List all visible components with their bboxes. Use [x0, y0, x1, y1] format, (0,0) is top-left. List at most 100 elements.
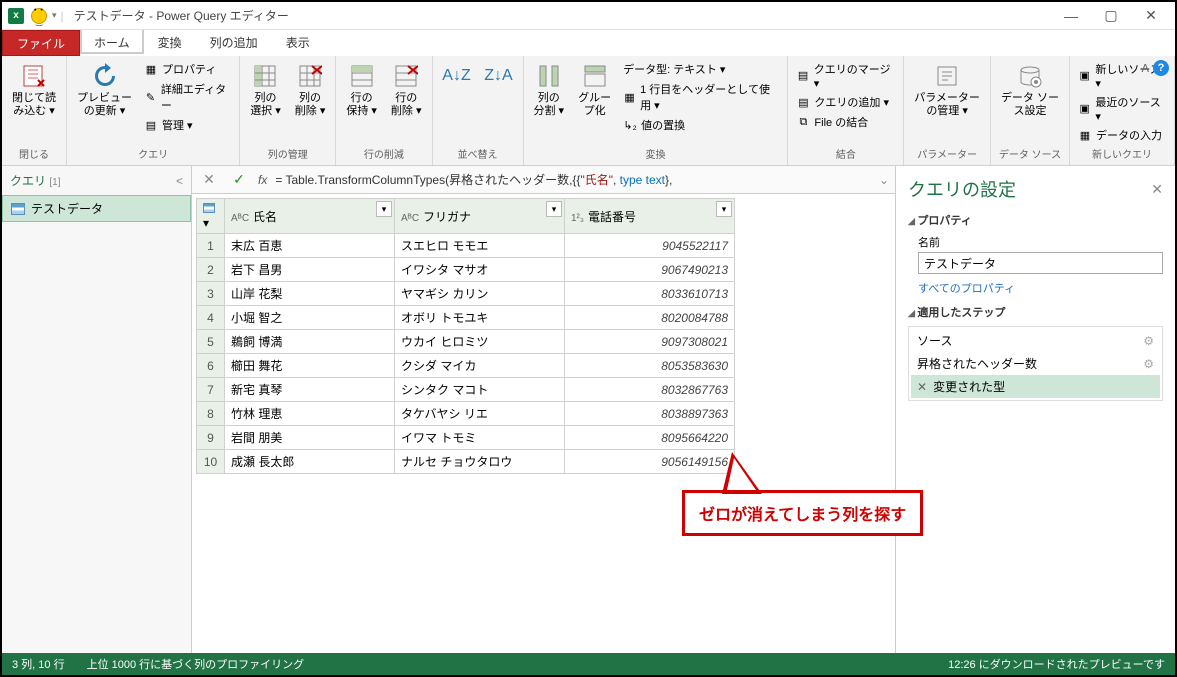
- manage-button[interactable]: ▤管理 ▾: [142, 116, 233, 134]
- use-first-row-button[interactable]: ▦1 行目をヘッダーとして使用 ▾: [621, 80, 781, 114]
- cell-furigana[interactable]: オボリ トモユキ: [395, 306, 565, 330]
- tab-addcolumn[interactable]: 列の追加: [196, 30, 272, 56]
- advanced-editor-button[interactable]: ✎詳細エディター: [142, 80, 233, 114]
- cell-phone[interactable]: 8038897363: [565, 402, 735, 426]
- table-row[interactable]: 1 末広 百恵 スエヒロ モモエ 9045522117: [197, 234, 735, 258]
- cell-name[interactable]: 岩間 朋美: [225, 426, 395, 450]
- cell-phone[interactable]: 9056149156: [565, 450, 735, 474]
- tab-view[interactable]: 表示: [272, 30, 324, 56]
- tab-home[interactable]: ホーム: [80, 30, 144, 56]
- data-type-button[interactable]: データ型: テキスト ▾: [621, 60, 781, 78]
- close-load-button[interactable]: 閉じて読 み込む ▾: [8, 60, 60, 120]
- formula-expand-icon[interactable]: ⌄: [879, 173, 889, 187]
- formula-input[interactable]: = Table.TransformColumnTypes(昇格されたヘッダー数,…: [275, 171, 871, 188]
- table-row[interactable]: 5 鵜飼 博満 ウカイ ヒロミツ 9097308021: [197, 330, 735, 354]
- group-by-button[interactable]: グルー プ化: [574, 60, 615, 120]
- cell-furigana[interactable]: イワマ トモミ: [395, 426, 565, 450]
- help-icon[interactable]: ?: [1153, 60, 1169, 76]
- table-row[interactable]: 6 櫛田 舞花 クシダ マイカ 8053583630: [197, 354, 735, 378]
- all-properties-link[interactable]: すべてのプロパティ: [918, 280, 1015, 296]
- properties-button[interactable]: ▦プロパティ: [142, 60, 233, 78]
- close-settings-icon[interactable]: ✕: [1151, 181, 1163, 198]
- remove-rows-button[interactable]: 行の 削除 ▾: [387, 60, 426, 120]
- maximize-button[interactable]: ▢: [1091, 3, 1131, 29]
- split-column-button[interactable]: 列の 分割 ▾: [530, 60, 569, 120]
- cell-name[interactable]: 小堀 智之: [225, 306, 395, 330]
- cell-phone[interactable]: 8033610713: [565, 282, 735, 306]
- remove-columns-button[interactable]: 列の 削除 ▾: [291, 60, 330, 120]
- fx-icon[interactable]: fx: [258, 173, 267, 187]
- recent-sources-button[interactable]: ▣最近のソース ▾: [1076, 93, 1168, 124]
- table-row[interactable]: 8 竹林 理恵 タケバヤシ リエ 8038897363: [197, 402, 735, 426]
- gear-icon[interactable]: ⚙: [1143, 334, 1154, 348]
- cell-furigana[interactable]: シンタク マコト: [395, 378, 565, 402]
- cell-name[interactable]: 山岸 花梨: [225, 282, 395, 306]
- cell-name[interactable]: 末広 百恵: [225, 234, 395, 258]
- cell-name[interactable]: 鵜飼 博満: [225, 330, 395, 354]
- combine-files-button[interactable]: ⧉File の結合: [794, 113, 897, 131]
- cell-phone[interactable]: 9045522117: [565, 234, 735, 258]
- cell-name[interactable]: 新宅 真琴: [225, 378, 395, 402]
- cell-name[interactable]: 岩下 昌男: [225, 258, 395, 282]
- refresh-preview-button[interactable]: プレビュー の更新 ▾: [73, 60, 136, 120]
- cell-name[interactable]: 櫛田 舞花: [225, 354, 395, 378]
- delete-step-icon[interactable]: ✕: [917, 380, 927, 394]
- replace-values-button[interactable]: ↳₂値の置換: [621, 116, 781, 134]
- cell-name[interactable]: 成瀬 長太郎: [225, 450, 395, 474]
- sort-desc-button[interactable]: Z↓A: [481, 60, 517, 94]
- close-button[interactable]: ✕: [1131, 3, 1171, 29]
- cell-furigana[interactable]: クシダ マイカ: [395, 354, 565, 378]
- column-header-name[interactable]: AᴮC氏名▾: [225, 199, 395, 234]
- table-row[interactable]: 4 小堀 智之 オボリ トモユキ 8020084788: [197, 306, 735, 330]
- table-row[interactable]: 3 山岸 花梨 ヤマギシ カリン 8033610713: [197, 282, 735, 306]
- formula-cancel-icon[interactable]: ✕: [198, 171, 220, 188]
- title-bar: x ▾ | テストデータ - Power Query エディター — ▢ ✕: [2, 2, 1175, 30]
- append-queries-button[interactable]: ▤クエリの追加 ▾: [794, 93, 897, 111]
- query-item-testdata[interactable]: テストデータ: [2, 195, 191, 222]
- queries-count: [1]: [49, 177, 60, 188]
- filter-icon[interactable]: ▾: [716, 201, 732, 217]
- applied-step[interactable]: ソース⚙: [911, 329, 1160, 352]
- row-selector-header[interactable]: ▾: [197, 199, 225, 234]
- sort-asc-button[interactable]: A↓Z: [439, 60, 475, 94]
- applied-step[interactable]: ✕変更された型: [911, 375, 1160, 398]
- table-row[interactable]: 9 岩間 朋美 イワマ トモミ 8095664220: [197, 426, 735, 450]
- query-name-input[interactable]: [918, 252, 1163, 274]
- applied-step[interactable]: 昇格されたヘッダー数⚙: [911, 352, 1160, 375]
- tab-file[interactable]: ファイル: [2, 30, 80, 56]
- table-row[interactable]: 7 新宅 真琴 シンタク マコト 8032867763: [197, 378, 735, 402]
- cell-furigana[interactable]: ウカイ ヒロミツ: [395, 330, 565, 354]
- data-grid[interactable]: ▾ AᴮC氏名▾ AᴮCフリガナ▾ 1²₃電話番号▾ 1 末広 百恵 スエヒロ …: [196, 198, 735, 474]
- column-header-phone[interactable]: 1²₃電話番号▾: [565, 199, 735, 234]
- gear-icon[interactable]: ⚙: [1143, 357, 1154, 371]
- cell-furigana[interactable]: イワシタ マサオ: [395, 258, 565, 282]
- cell-phone[interactable]: 9067490213: [565, 258, 735, 282]
- cell-phone[interactable]: 9097308021: [565, 330, 735, 354]
- ribbon-collapse-icon[interactable]: ᐱ: [1141, 62, 1149, 75]
- collapse-pane-icon[interactable]: <: [176, 174, 183, 188]
- datasource-settings-button[interactable]: データ ソー ス設定: [997, 60, 1063, 120]
- cell-name[interactable]: 竹林 理恵: [225, 402, 395, 426]
- cell-phone[interactable]: 8053583630: [565, 354, 735, 378]
- cell-phone[interactable]: 8032867763: [565, 378, 735, 402]
- enter-data-button[interactable]: ▦データの入力: [1076, 126, 1168, 144]
- formula-accept-icon[interactable]: ✓: [228, 171, 250, 188]
- choose-columns-button[interactable]: 列の 選択 ▾: [246, 60, 285, 120]
- tab-transform[interactable]: 変換: [144, 30, 196, 56]
- merge-queries-button[interactable]: ▤クエリのマージ ▾: [794, 60, 897, 91]
- cell-phone[interactable]: 8020084788: [565, 306, 735, 330]
- table-row[interactable]: 10 成瀬 長太郎 ナルセ チョウタロウ 9056149156: [197, 450, 735, 474]
- table-row[interactable]: 2 岩下 昌男 イワシタ マサオ 9067490213: [197, 258, 735, 282]
- manage-parameters-button[interactable]: パラメーター の管理 ▾: [910, 60, 984, 120]
- filter-icon[interactable]: ▾: [546, 201, 562, 217]
- cell-furigana[interactable]: スエヒロ モモエ: [395, 234, 565, 258]
- qat-dropdown-icon[interactable]: ▾: [52, 10, 57, 21]
- minimize-button[interactable]: —: [1051, 3, 1091, 29]
- keep-rows-button[interactable]: 行の 保持 ▾: [342, 60, 381, 120]
- column-header-furigana[interactable]: AᴮCフリガナ▾: [395, 199, 565, 234]
- cell-furigana[interactable]: タケバヤシ リエ: [395, 402, 565, 426]
- cell-phone[interactable]: 8095664220: [565, 426, 735, 450]
- cell-furigana[interactable]: ナルセ チョウタロウ: [395, 450, 565, 474]
- cell-furigana[interactable]: ヤマギシ カリン: [395, 282, 565, 306]
- filter-icon[interactable]: ▾: [376, 201, 392, 217]
